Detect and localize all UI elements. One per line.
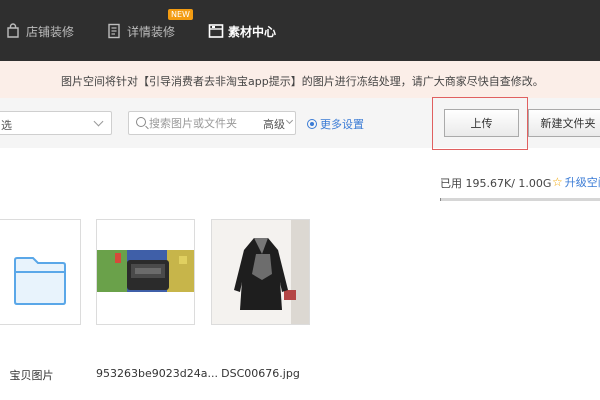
nav-item-material-center[interactable]: 素材中心 — [208, 19, 276, 43]
search-icon — [136, 117, 146, 127]
file-tile-image[interactable] — [96, 219, 195, 325]
nav-item-label: 详情装修 — [127, 24, 176, 39]
store-icon — [6, 23, 20, 39]
new-badge: NEW — [168, 9, 193, 20]
file-tile-image[interactable] — [211, 219, 310, 325]
nav-item-detail-decoration[interactable]: 详情装修 — [107, 19, 175, 43]
nav-item-label: 素材中心 — [228, 24, 277, 39]
file-name: 宝贝图片 — [9, 369, 54, 382]
more-settings-label: 更多设置 — [320, 118, 364, 131]
storage-usage-bar — [440, 198, 600, 201]
more-settings-link[interactable]: 更多设置 — [307, 116, 364, 132]
gear-icon — [307, 119, 317, 129]
file-tile-folder[interactable] — [0, 219, 81, 325]
file-name: DSC00676.jpg — [221, 367, 300, 380]
notice-bar: 图片空间将针对【引导消费者去非淘宝app提示】的图片进行冻结处理，请广大商家尽快… — [0, 61, 600, 98]
notice-text: 图片空间将针对【引导消费者去非淘宝app提示】的图片进行冻结处理，请广大商家尽快… — [61, 75, 544, 88]
upload-button[interactable]: 上传 — [444, 109, 519, 137]
chevron-down-icon — [285, 116, 294, 125]
storage-usage-text: 已用 195.67K/ 1.00G — [440, 177, 552, 190]
filter-select[interactable]: 选 — [0, 111, 112, 135]
image-thumbnail — [212, 220, 309, 324]
star-icon: ☆ — [552, 175, 563, 189]
advanced-search-dropdown[interactable]: 高级 — [258, 111, 296, 135]
filter-select-value: 选 — [1, 119, 12, 132]
image-thumbnail — [97, 220, 194, 324]
folder-thumbnail-icon — [14, 257, 66, 305]
chevron-down-icon — [93, 116, 104, 127]
storage-usage-fill — [440, 198, 441, 201]
upgrade-space-link[interactable]: ☆ 升级空间 — [552, 174, 600, 190]
folder-icon — [208, 23, 224, 39]
advanced-search-label: 高级 — [263, 118, 285, 131]
upgrade-space-label: 升级空间 — [564, 176, 600, 189]
new-folder-button[interactable]: 新建文件夹 — [528, 109, 600, 137]
file-name: 953263be9023d24a... — [96, 367, 218, 380]
nav-item-store-decoration[interactable]: 店铺装修 — [6, 19, 74, 43]
top-nav-bar: 店铺装修 详情装修 NEW 素材中心 — [0, 0, 600, 61]
search-input[interactable] — [149, 115, 259, 131]
document-icon — [107, 23, 121, 39]
nav-item-label: 店铺装修 — [26, 24, 75, 39]
